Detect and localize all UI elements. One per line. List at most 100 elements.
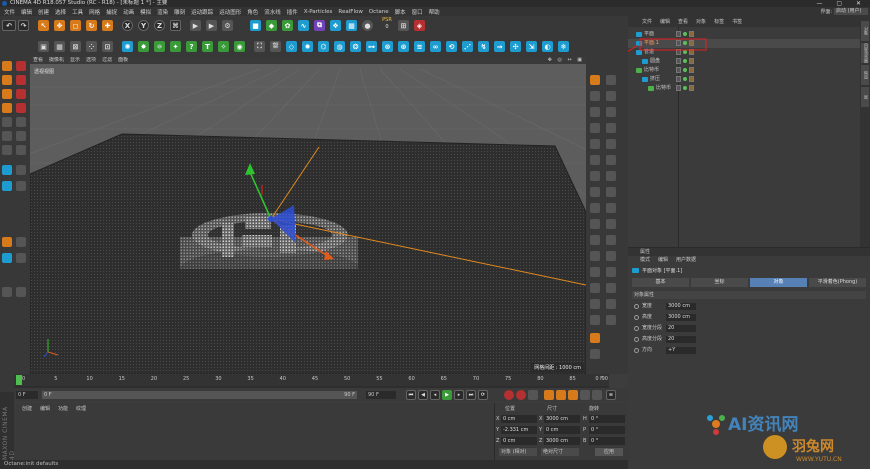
xp-skinner-icon[interactable]: ⌬ (318, 41, 329, 52)
key-scale-icon[interactable] (556, 390, 566, 400)
viewport-nav-icons[interactable]: ✥ ◎ ↔ ▣ (548, 57, 584, 64)
prev-frame-icon[interactable]: ◂ (430, 390, 440, 400)
rotate-tool-icon[interactable]: ↻ (86, 20, 97, 31)
preview-range-slider[interactable]: 0 F 90 F (42, 391, 357, 399)
key-position-icon[interactable] (544, 390, 554, 400)
attribute-menu-item[interactable]: 用户数据 (676, 256, 696, 265)
animate-dot-icon[interactable] (634, 348, 639, 353)
rot-h-field[interactable]: 0 ° (589, 415, 625, 423)
material-menu-item[interactable]: 功能 (58, 405, 68, 412)
menu-item[interactable]: 运动跟踪 (191, 8, 213, 16)
object-row[interactable]: 平面 (628, 30, 860, 39)
xp-question-icon[interactable]: ? (186, 41, 197, 52)
xp-system-icon[interactable]: ✺ (122, 41, 133, 52)
xp-emitter-icon[interactable]: ✸ (138, 41, 149, 52)
current-frame-field[interactable]: 0 F (16, 391, 38, 399)
xp-constraint-icon[interactable]: ⊶ (366, 41, 377, 52)
extrude-tool-icon[interactable] (16, 103, 26, 113)
make-editable-icon[interactable]: ▣ (38, 41, 49, 52)
keyframe-selection-icon[interactable] (528, 390, 538, 400)
property-value-field[interactable]: 20 (666, 325, 696, 332)
xp-modifier-icon[interactable]: ✦ (170, 41, 181, 52)
size-y-field[interactable]: 0 cm (544, 426, 580, 434)
phong-tag-icon[interactable] (689, 85, 694, 91)
viewport-menu-item[interactable]: 选项 (86, 57, 96, 64)
use-model-mode-icon[interactable] (2, 61, 12, 71)
goto-start-icon[interactable]: ⏮ (406, 390, 416, 400)
attribute-menu-item[interactable]: 模式 (640, 256, 650, 265)
x-axis-lock-button[interactable]: X (122, 20, 133, 31)
pos-y-field[interactable]: -2.331 cm (501, 426, 537, 434)
render-picture-viewer-icon[interactable]: ▶ (206, 20, 217, 31)
enabled-check-icon[interactable] (683, 32, 687, 36)
menu-item[interactable]: 雕刻 (174, 8, 185, 16)
object-row[interactable]: 挤压 (628, 75, 860, 84)
disc-wire-icon[interactable] (590, 283, 600, 293)
rot-b-field[interactable]: 0 ° (589, 437, 625, 445)
viewport-menu-item[interactable]: 显示 (70, 57, 80, 64)
enabled-check-icon[interactable] (683, 77, 687, 81)
size-x-field[interactable]: 3000 cm (544, 415, 580, 423)
cube-primitive-icon[interactable]: ■ (250, 20, 261, 31)
object-menu-item[interactable]: 标签 (714, 17, 724, 27)
animate-dot-icon[interactable] (634, 326, 639, 331)
viewport-menu-item[interactable]: 面板 (118, 57, 128, 64)
spline-icon[interactable]: ∿ (298, 20, 309, 31)
menu-item[interactable]: 流水线 (264, 8, 281, 16)
xp-trail-icon[interactable]: ✧ (218, 41, 229, 52)
bridge-tool-icon[interactable] (16, 131, 26, 141)
window-controls[interactable]: — ▢ ✕ (816, 0, 867, 7)
object-row[interactable]: 平面.1 (628, 39, 860, 48)
settings-gear-icon[interactable] (590, 349, 600, 359)
render-settings-icon[interactable]: ⚙ (222, 20, 233, 31)
mesh-checker-icon[interactable] (2, 75, 12, 85)
menu-item[interactable]: 窗口 (412, 8, 423, 16)
size-mode-select[interactable]: 绝对尺寸 (541, 448, 579, 456)
xp-turbulence-icon[interactable]: ∞ (430, 41, 441, 52)
polygon-pen-icon[interactable] (590, 107, 600, 117)
object-menu-item[interactable]: 文件 (642, 17, 652, 27)
enabled-check-icon[interactable] (683, 86, 687, 90)
record-key-icon[interactable] (504, 390, 514, 400)
material-icon[interactable] (590, 333, 600, 343)
xp-attractor-icon[interactable]: ⊛ (398, 41, 409, 52)
sculpt-erase-icon[interactable] (606, 267, 616, 277)
sculpt-knife-icon[interactable] (606, 187, 616, 197)
snap-icon[interactable]: ⊞ (398, 20, 409, 31)
edges-mode-icon[interactable]: ⊡ (102, 41, 113, 52)
generator-icon[interactable]: ✿ (282, 20, 293, 31)
phong-tag-icon[interactable] (689, 49, 694, 55)
psr-widget[interactable]: PSR 0 (378, 17, 396, 31)
cylinder-wire-icon[interactable] (590, 187, 600, 197)
y-axis-lock-button[interactable]: Y (138, 20, 149, 31)
phong-tag-icon[interactable] (689, 67, 694, 73)
sculpt-brush-icon[interactable] (606, 75, 616, 85)
viewport-menu-item[interactable]: 过滤 (102, 57, 112, 64)
sculpt-scrape-icon[interactable] (606, 203, 616, 213)
visibility-toggle-icon[interactable] (676, 31, 681, 37)
snap-settings-icon[interactable] (16, 181, 26, 191)
attribute-tab[interactable]: 坐标 (691, 278, 748, 287)
enabled-check-icon[interactable] (683, 50, 687, 54)
sculpt-layer-icon[interactable] (606, 299, 616, 309)
platonic-wire-icon[interactable] (590, 267, 600, 277)
viewport-solo-icon[interactable] (2, 181, 12, 191)
redo-icon[interactable]: ↷ (18, 20, 29, 31)
xp-speed-icon[interactable]: ↯ (478, 41, 489, 52)
scale-tool-icon[interactable]: ◻ (70, 20, 81, 31)
animate-dot-icon[interactable] (634, 315, 639, 320)
sculpt-grab-icon[interactable] (606, 155, 616, 165)
size-z-field[interactable]: 3000 cm (544, 437, 580, 445)
property-value-field[interactable]: +Y (666, 347, 696, 354)
visibility-toggle-icon[interactable] (676, 76, 681, 82)
quantize-icon[interactable] (16, 253, 26, 263)
sculpt-wax-icon[interactable] (606, 235, 616, 245)
xp-fluid-icon[interactable]: ⛆ (270, 41, 281, 52)
enabled-check-icon[interactable] (683, 68, 687, 72)
rot-p-field[interactable]: 0 ° (589, 426, 625, 434)
viewport-menu-item[interactable]: 查看 (33, 57, 43, 64)
hair-tool-icon[interactable] (590, 91, 600, 101)
pyramid-wire-icon[interactable] (590, 251, 600, 261)
object-visibility-tags[interactable] (676, 49, 698, 56)
xp-cache-icon[interactable]: ◉ (234, 41, 245, 52)
